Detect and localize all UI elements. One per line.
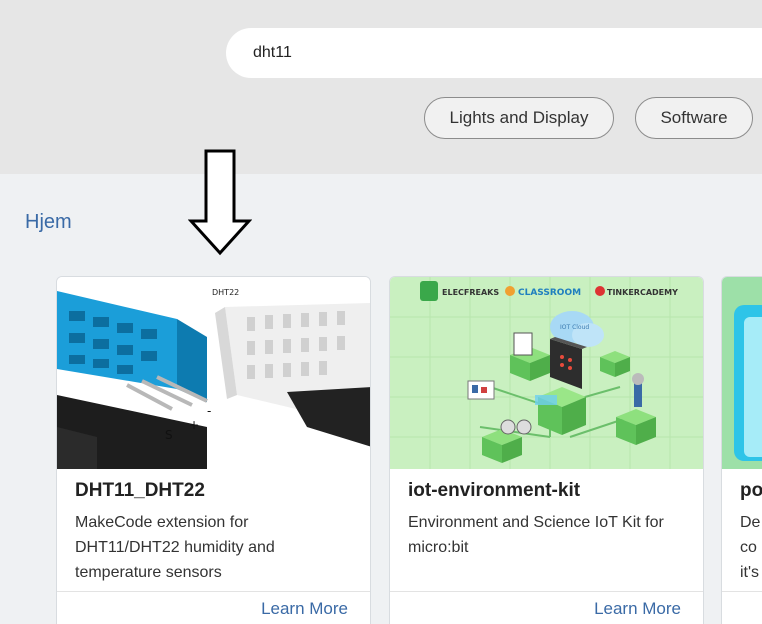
card-description: De co it's: [740, 514, 761, 581]
svg-text:-: -: [207, 404, 211, 418]
svg-text:+: +: [189, 418, 199, 432]
cloud-label: IOT Cloud: [560, 324, 589, 331]
learn-more-link[interactable]: Learn More: [594, 599, 681, 619]
svg-text:S: S: [165, 428, 173, 442]
category-chip-lights-display[interactable]: Lights and Display: [424, 97, 614, 139]
logo-classroom: CLASSROOM: [518, 288, 581, 298]
search-input[interactable]: dht11: [226, 28, 762, 78]
extension-card-partial[interactable]: po De co it's: [721, 276, 762, 624]
card-thumbnail: S + - DHT22: [57, 277, 370, 469]
logo-tinkercademy: TINKERCADEMY: [607, 288, 678, 297]
learn-more-link[interactable]: Learn More: [261, 599, 348, 619]
card-footer: Learn More: [390, 591, 703, 624]
card-description: MakeCode extension for DHT11/DHT22 humid…: [75, 514, 275, 581]
card-thumbnail: [722, 277, 762, 469]
extension-card-iot-environment-kit[interactable]: ELECFREAKS CLASSROOM TINKERCADEMY IOT Cl…: [389, 276, 704, 624]
down-arrow-annotation: [188, 149, 252, 256]
logo-elecfreaks: ELECFREAKS: [442, 288, 499, 297]
extension-card-dht11[interactable]: S + - DHT22 DHT11_DHT22 MakeCode extensi…: [56, 276, 371, 624]
card-title: DHT11_DHT22: [75, 480, 205, 501]
breadcrumb-home[interactable]: Hjem: [25, 211, 72, 234]
card-title: iot-environment-kit: [408, 480, 581, 501]
card-title: po: [740, 480, 762, 501]
thumb-label: DHT22: [212, 288, 239, 297]
card-footer: Learn More: [57, 591, 370, 624]
search-header: dht11 Lights and Display Software: [0, 0, 762, 174]
card-footer: [722, 591, 762, 624]
card-thumbnail: ELECFREAKS CLASSROOM TINKERCADEMY IOT Cl…: [390, 277, 703, 469]
category-chip-software[interactable]: Software: [635, 97, 753, 139]
card-description: Environment and Science IoT Kit for micr…: [408, 514, 664, 556]
